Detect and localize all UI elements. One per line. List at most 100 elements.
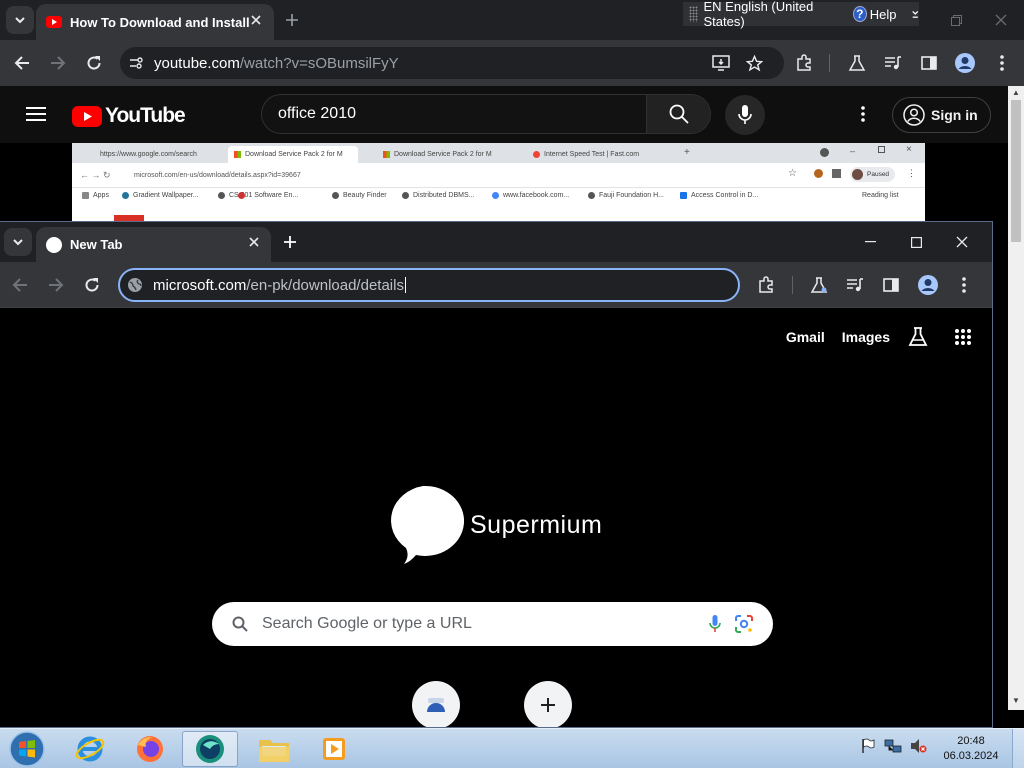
front-tab-close-button[interactable] (246, 234, 262, 250)
video-bookmark: Access Control in D... (680, 192, 758, 199)
video-tab: Download Service Pack 2 for M (228, 146, 358, 163)
profile-button[interactable] (914, 271, 942, 299)
youtube-sign-in-button[interactable]: Sign in (892, 97, 991, 133)
minimize-button[interactable] (862, 234, 878, 250)
show-desktop-button[interactable] (1012, 729, 1024, 768)
taskbar-clock[interactable]: 20:48 06.03.2024 (938, 734, 1004, 764)
labs-flask-button[interactable] (907, 326, 929, 348)
language-label[interactable]: EN English (United States) (704, 0, 835, 29)
help-label[interactable]: Help (870, 7, 897, 22)
back-browser-tabbar: How To Download and Install | EN English… (0, 0, 1024, 40)
microsoft-favicon-icon (383, 151, 390, 158)
video-extension-icon (814, 169, 823, 178)
video-browser-addressbar: ← → ↻ microsoft.com/en-us/download/detai… (72, 163, 925, 187)
side-panel-button[interactable] (877, 271, 905, 299)
reload-button[interactable] (78, 271, 106, 299)
video-paused-label: Paused (867, 171, 890, 178)
lens-search-button[interactable] (735, 615, 753, 633)
voice-search-button[interactable] (709, 615, 721, 633)
taskbar-firefox[interactable] (122, 731, 178, 767)
forward-button[interactable] (42, 271, 70, 299)
ntp-search-box[interactable]: Search Google or type a URL (212, 602, 773, 646)
language-bar[interactable]: EN English (United States) ? Help (683, 0, 920, 29)
close-window-button[interactable] (954, 234, 970, 250)
extensions-button[interactable] (790, 49, 818, 77)
video-player-frame[interactable]: https://www.google.com/search Download S… (72, 143, 925, 221)
internet-explorer-icon (75, 736, 105, 762)
youtube-settings-button[interactable] (853, 104, 873, 124)
volume-button[interactable] (910, 738, 928, 754)
back-tab-title: How To Download and Install | (70, 14, 250, 30)
back-close-window-button[interactable] (993, 12, 1009, 28)
bookmark-star-button[interactable] (740, 49, 768, 77)
tab-search-button[interactable] (6, 6, 34, 34)
windows-taskbar: 20:48 06.03.2024 (0, 728, 1024, 768)
video-tab-title: https://www.google.com/search (100, 151, 197, 158)
network-button[interactable] (884, 738, 902, 754)
images-link[interactable]: Images (842, 329, 890, 345)
account-icon (918, 275, 938, 295)
back-restore-button[interactable] (948, 12, 964, 28)
youtube-guide-button[interactable] (22, 100, 50, 128)
browser-menu-button[interactable] (950, 271, 978, 299)
labs-button[interactable] (805, 271, 833, 299)
extensions-button[interactable] (752, 271, 780, 299)
forward-button[interactable] (44, 49, 72, 77)
side-panel-button[interactable] (915, 49, 943, 77)
front-new-tab-button[interactable] (282, 234, 298, 250)
shortcut-tile[interactable] (412, 681, 460, 727)
taskbar-file-explorer[interactable] (246, 731, 302, 767)
taskbar-media-player[interactable] (306, 731, 362, 767)
youtube-search-button[interactable] (646, 95, 710, 133)
tab-search-button[interactable] (4, 228, 32, 256)
reload-button[interactable] (80, 49, 108, 77)
install-app-button[interactable] (707, 49, 735, 77)
help-icon: ? (852, 6, 867, 22)
maximize-button[interactable] (908, 234, 924, 250)
youtube-search-input[interactable]: office 2010 (262, 105, 646, 123)
youtube-voice-search-button[interactable] (725, 95, 765, 135)
back-browser-tab[interactable]: How To Download and Install | (36, 4, 274, 40)
back-button[interactable] (8, 49, 36, 77)
youtube-scrollbar[interactable]: ▲ ▼ (1008, 86, 1024, 710)
profile-button[interactable] (951, 49, 979, 77)
microsoft-favicon-icon (234, 151, 241, 158)
address-bar[interactable]: microsoft.com/en-pk/download/details (118, 268, 740, 302)
media-control-button[interactable] (841, 271, 869, 299)
toolbar-divider (829, 54, 830, 72)
close-icon (995, 14, 1007, 26)
back-address-bar[interactable]: youtube.com/watch?v=sOBumsilFyY (120, 47, 784, 79)
taskbar-internet-explorer[interactable] (62, 731, 118, 767)
start-button[interactable] (0, 731, 54, 767)
back-new-tab-button[interactable] (284, 12, 300, 28)
video-nav-icons: ← → ↻ (80, 169, 111, 180)
add-shortcut-button[interactable] (524, 681, 572, 727)
gmail-link[interactable]: Gmail (786, 329, 825, 345)
ntp-search-placeholder[interactable]: Search Google or type a URL (262, 615, 709, 633)
globe-icon[interactable] (127, 277, 143, 293)
google-apps-button[interactable] (955, 329, 971, 345)
media-control-button[interactable] (879, 49, 907, 77)
youtube-logo[interactable]: YouTube (72, 104, 186, 128)
arrow-right-icon (49, 278, 64, 292)
language-bar-menu-icon[interactable] (911, 7, 920, 21)
back-button[interactable] (6, 271, 34, 299)
front-browser-tab[interactable]: New Tab (36, 227, 271, 262)
video-bookmark: Gradient Wallpaper... (122, 192, 199, 199)
scroll-down-arrow-icon[interactable]: ▼ (1012, 696, 1020, 705)
more-vert-icon (962, 277, 966, 293)
grip-icon (689, 6, 698, 22)
back-browser-toolbar: youtube.com/watch?v=sOBumsilFyY (0, 40, 1024, 86)
microphone-icon (738, 105, 752, 124)
taskbar-supermium[interactable] (182, 731, 238, 767)
scroll-up-arrow-icon[interactable]: ▲ (1012, 88, 1020, 97)
back-tab-close-button[interactable] (248, 12, 264, 28)
scrollbar-thumb[interactable] (1011, 100, 1021, 242)
search-icon (232, 616, 248, 632)
site-settings-icon[interactable] (128, 55, 144, 71)
youtube-favicon-icon (46, 16, 62, 28)
chrome-menu-button[interactable] (988, 49, 1016, 77)
action-center-button[interactable] (860, 738, 876, 754)
youtube-search-box[interactable]: office 2010 (261, 94, 711, 134)
labs-button[interactable] (843, 49, 871, 77)
